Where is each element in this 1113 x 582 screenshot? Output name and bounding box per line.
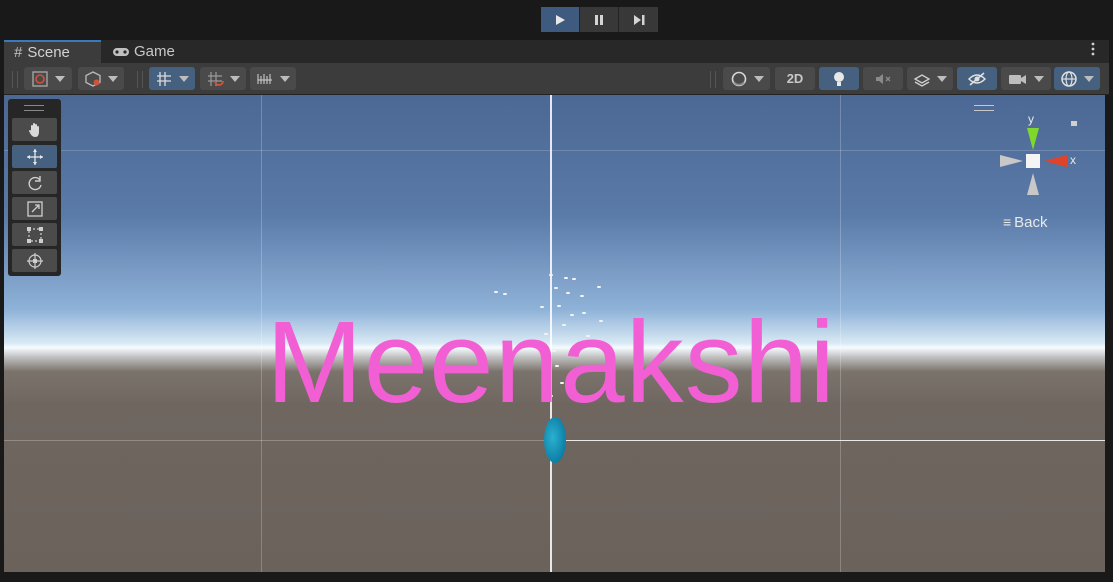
cube-icon: [85, 70, 101, 87]
tab-game[interactable]: Game: [108, 40, 175, 63]
draw-mode-dropdown[interactable]: [24, 67, 72, 90]
gizmo-center-cube: [1026, 154, 1040, 168]
window-tab-bar: # Scene Game: [4, 40, 1109, 63]
sphere-icon: [731, 71, 746, 86]
gizmo-x-arrow: [1044, 155, 1067, 167]
gizmos-dropdown[interactable]: [1054, 67, 1100, 90]
snap-magnet-icon: [208, 71, 224, 86]
scale-tool-button[interactable]: [12, 197, 57, 220]
grid-line: [840, 95, 841, 572]
shading-dropdown[interactable]: [78, 67, 124, 90]
toggle-2d-button[interactable]: 2D: [775, 67, 815, 90]
status-bar: [0, 572, 1113, 582]
hand-tool-button[interactable]: [12, 118, 57, 141]
move-tool-button[interactable]: [12, 145, 57, 168]
layers-effects-icon: [913, 73, 931, 87]
lightbulb-icon: [834, 71, 844, 86]
play-controls: [541, 7, 658, 32]
audio-toggle[interactable]: [863, 67, 903, 90]
rect-transform-icon: [26, 226, 43, 243]
menu-lines-icon: ≡: [1003, 214, 1012, 230]
play-toolbar: [0, 0, 1113, 39]
grid-snap-dropdown[interactable]: [149, 67, 195, 90]
gizmo-lock-icon: [1071, 121, 1077, 126]
effects-dropdown[interactable]: [907, 67, 953, 90]
capsule-object[interactable]: [544, 417, 566, 463]
orientation-gizmo[interactable]: y x: [990, 110, 1090, 210]
grid-snap-icon: [157, 71, 171, 86]
gizmo-neg-x-arrow: [1000, 155, 1023, 167]
scale-icon: [26, 200, 43, 217]
chevron-down-icon: [1084, 75, 1094, 82]
play-button[interactable]: [541, 7, 580, 32]
chevron-down-icon: [179, 75, 189, 82]
draw-mode-icon: [32, 70, 48, 87]
gizmo-neg-y-arrow: [1027, 173, 1039, 195]
x-axis-line: [550, 440, 1105, 441]
step-icon: [633, 14, 644, 25]
rotate-icon: [28, 175, 42, 190]
particle: [597, 286, 601, 288]
particle: [572, 278, 576, 280]
step-button[interactable]: [619, 7, 658, 32]
gizmo-x-label: x: [1070, 153, 1076, 167]
particle: [554, 287, 558, 289]
scene-viewport[interactable]: Meenakshi: [4, 95, 1105, 572]
scene-visibility-toggle[interactable]: [957, 67, 997, 90]
transform-icon: [26, 252, 43, 269]
gizmo-y-arrow: [1027, 128, 1039, 150]
grid-line: [4, 440, 550, 441]
overlay-grip[interactable]: [24, 105, 44, 111]
grid-line: [261, 95, 262, 572]
view-label-text: Back: [1014, 214, 1048, 231]
pause-button[interactable]: [580, 7, 619, 32]
chevron-down-icon: [108, 75, 118, 82]
increment-snap-dropdown[interactable]: [250, 67, 296, 90]
tab-scene-label: Scene: [27, 44, 70, 61]
move-arrows-icon: [26, 148, 43, 165]
hidden-eye-icon: [967, 71, 987, 86]
scene-text-object[interactable]: Meenakshi: [266, 292, 836, 432]
gizmo-y-label: y: [1028, 112, 1034, 126]
chevron-down-icon: [753, 75, 764, 82]
lighting-toggle[interactable]: [819, 67, 859, 90]
tools-overlay: [8, 99, 61, 276]
tab-scene[interactable]: # Scene: [4, 40, 101, 63]
play-icon: [556, 14, 565, 25]
chevron-down-icon: [55, 75, 65, 82]
particle: [549, 274, 553, 276]
grid-line: [4, 150, 1105, 151]
gamepad-icon: [113, 47, 129, 56]
transform-tool-button[interactable]: [12, 249, 57, 272]
chevron-down-icon: [280, 75, 290, 82]
camera-icon: [1009, 74, 1026, 84]
toolbar-grip[interactable]: [12, 71, 18, 88]
render-mode-dropdown[interactable]: [723, 67, 770, 90]
snap-increment-dropdown[interactable]: [200, 67, 246, 90]
rect-tool-button[interactable]: [12, 223, 57, 246]
more-options-icon[interactable]: [1091, 42, 1095, 56]
chevron-down-icon: [937, 75, 947, 82]
chevron-down-icon: [1034, 75, 1044, 82]
chevron-down-icon: [230, 75, 240, 82]
mute-audio-icon: [876, 73, 891, 84]
camera-dropdown[interactable]: [1001, 67, 1051, 90]
pause-icon: [595, 14, 603, 25]
rotate-tool-button[interactable]: [12, 171, 57, 194]
ruler-icon: [257, 73, 272, 84]
toolbar-grip[interactable]: [710, 71, 716, 88]
tab-game-label: Game: [134, 43, 175, 60]
hand-icon: [28, 122, 39, 137]
grid-icon: #: [14, 44, 23, 61]
toggle-2d-label: 2D: [786, 71, 804, 86]
toolbar-grip[interactable]: [137, 71, 143, 88]
view-label[interactable]: ≡ Back: [1003, 214, 1048, 231]
scene-toolbar: 2D: [4, 63, 1109, 95]
particle: [564, 277, 568, 279]
gizmo-globe-icon: [1061, 70, 1077, 87]
